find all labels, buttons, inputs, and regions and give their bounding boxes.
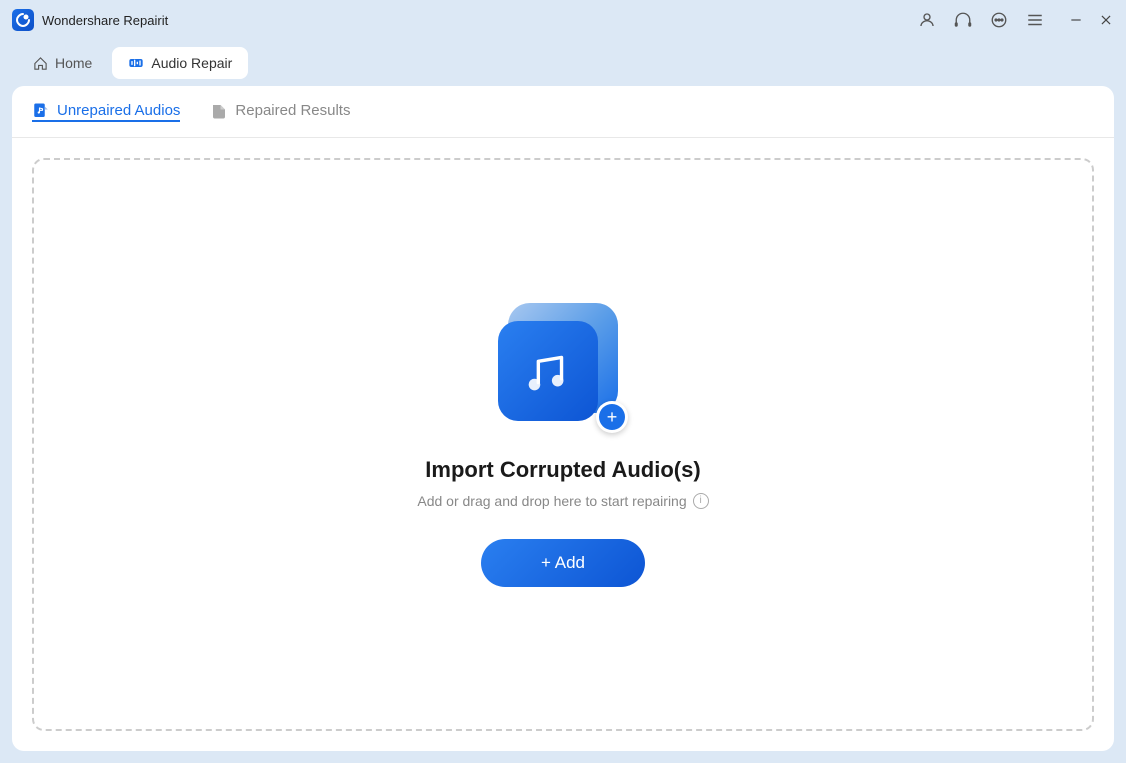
repaired-file-icon <box>210 102 228 120</box>
repairit-icon <box>16 13 30 27</box>
title-bar-right <box>918 11 1114 29</box>
user-icon[interactable] <box>918 11 936 29</box>
main-content: Unrepaired Audios Repaired Results <box>12 86 1114 751</box>
title-bar-left: Wondershare Repairit <box>12 9 168 31</box>
nav-bar: Home Audio Repair <box>0 40 1126 86</box>
tabs-bar: Unrepaired Audios Repaired Results <box>12 86 1114 138</box>
home-icon <box>32 55 48 71</box>
add-button[interactable]: + Add <box>481 539 645 587</box>
info-icon[interactable]: i <box>693 493 709 509</box>
audio-icon-overlay <box>498 321 598 421</box>
tab-repaired-label: Repaired Results <box>235 102 350 119</box>
minimize-button[interactable] <box>1068 12 1084 28</box>
import-title: Import Corrupted Audio(s) <box>425 457 700 483</box>
import-subtitle: Add or drag and drop here to start repai… <box>417 493 708 509</box>
tab-repaired-results[interactable]: Repaired Results <box>210 102 350 122</box>
app-icon <box>12 9 34 31</box>
close-button[interactable] <box>1098 12 1114 28</box>
import-subtitle-text: Add or drag and drop here to start repai… <box>417 493 686 509</box>
headset-icon[interactable] <box>954 11 972 29</box>
nav-audio-repair-tab[interactable]: Audio Repair <box>112 47 248 79</box>
chat-icon[interactable] <box>990 11 1008 29</box>
add-circle: + <box>596 401 628 433</box>
audio-repair-icon <box>128 55 144 71</box>
app-title: Wondershare Repairit <box>42 13 168 28</box>
nav-home-tab[interactable]: Home <box>16 47 108 79</box>
tab-unrepaired-audios[interactable]: Unrepaired Audios <box>32 102 180 122</box>
tab-unrepaired-label: Unrepaired Audios <box>57 102 180 119</box>
audio-icon-wrapper: + <box>498 303 628 433</box>
add-circle-inner: + <box>599 404 625 430</box>
window-controls <box>1068 12 1114 28</box>
drop-zone[interactable]: + Import Corrupted Audio(s) Add or drag … <box>32 158 1094 731</box>
nav-home-label: Home <box>55 55 92 71</box>
menu-icon[interactable] <box>1026 11 1044 29</box>
title-bar: Wondershare Repairit <box>0 0 1126 40</box>
nav-audio-repair-label: Audio Repair <box>151 55 232 71</box>
music-file-icon <box>32 102 50 120</box>
